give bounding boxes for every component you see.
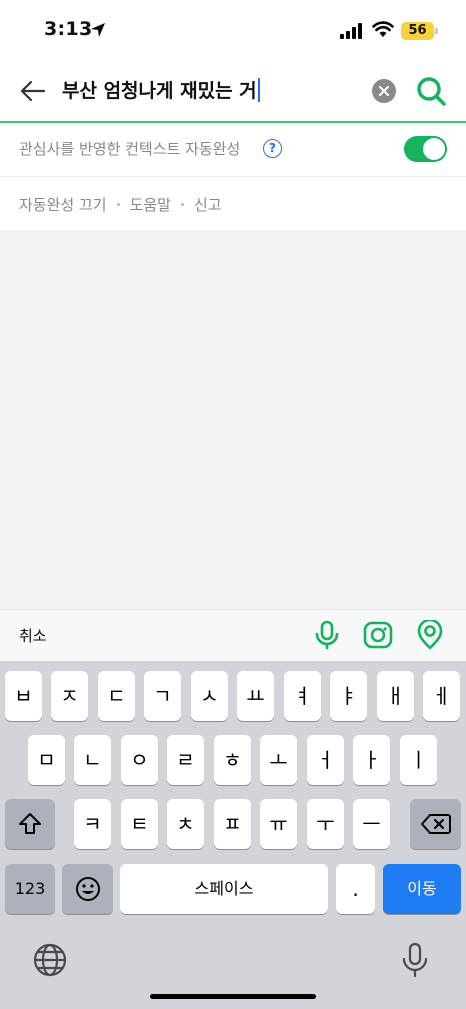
key-u[interactable]: ㅜ [307,799,344,849]
separator-dot [116,202,120,206]
toggle-knob [423,138,445,160]
context-autocomplete-toggle[interactable] [404,136,447,162]
key-r[interactable]: ㄹ [167,735,204,785]
search-icon[interactable] [414,74,448,108]
key-k[interactable]: ㅋ [74,799,111,849]
help-icon[interactable]: ? [263,139,282,158]
key-yu[interactable]: ㅠ [260,799,297,849]
backspace-icon [420,814,451,834]
battery-indicator: 56 [401,22,434,40]
key-eo[interactable]: ㅓ [307,735,344,785]
suggestion-area [0,230,466,609]
key-m[interactable]: ㅁ [28,735,65,785]
emoji-icon [75,877,100,901]
key-ya[interactable]: ㅑ [330,671,367,721]
shift-icon [19,813,41,834]
context-autocomplete-row: 관심사를 반영한 컨텍스트 자동완성 ? [0,123,466,177]
key-b[interactable]: ㅂ [5,671,42,721]
key-a[interactable]: ㅏ [353,735,390,785]
clear-button[interactable] [372,79,396,103]
key-d[interactable]: ㄷ [98,671,135,721]
search-bar: 부산 엄청나게 재밌는 거 [0,62,466,122]
status-time: 3:13 [44,18,93,40]
cellular-signal-icon [340,23,362,39]
dictation-microphone-icon[interactable] [397,942,433,978]
key-g[interactable]: ㄱ [144,671,181,721]
camera-lens-icon[interactable] [363,620,393,650]
key-e[interactable]: ㅔ [423,671,460,721]
key-ch[interactable]: ㅊ [167,799,204,849]
link-report[interactable]: 신고 [194,194,222,215]
microphone-icon[interactable] [312,620,342,650]
search-input[interactable]: 부산 엄청나게 재밌는 거 [62,76,260,106]
korean-keyboard: ㅂ ㅈ ㄷ ㄱ ㅅ ㅛ ㅕ ㅑ ㅐ ㅔ ㅁ ㄴ ㅇ ㄹ ㅎ ㅗ ㅓ ㅏ ㅣ ㅋ … [0,661,466,1009]
key-ae[interactable]: ㅐ [377,671,414,721]
numbers-key[interactable]: 123 [5,864,55,914]
shift-key[interactable] [5,799,55,849]
key-h[interactable]: ㅎ [214,735,251,785]
key-i[interactable]: ㅣ [400,735,437,785]
key-p[interactable]: ㅍ [214,799,251,849]
key-eu[interactable]: ㅡ [353,799,390,849]
key-o[interactable]: ㅗ [260,735,297,785]
space-key[interactable]: 스페이스 [120,864,328,914]
link-autocomplete-off[interactable]: 자동완성 끄기 [19,194,107,215]
period-key[interactable]: . [336,864,375,914]
location-pin-icon[interactable] [415,620,445,650]
cancel-button[interactable]: 취소 [19,625,47,646]
globe-icon[interactable] [32,942,68,978]
battery-cap [435,28,438,34]
backspace-key[interactable] [410,799,461,849]
close-icon [379,86,389,96]
context-autocomplete-label: 관심사를 반영한 컨텍스트 자동완성 [19,140,241,158]
key-t[interactable]: ㅌ [121,799,158,849]
wifi-icon [372,21,394,37]
autocomplete-links: 자동완성 끄기 도움말 신고 [0,178,466,230]
key-yo[interactable]: ㅛ [237,671,274,721]
link-help[interactable]: 도움말 [130,194,171,215]
key-j[interactable]: ㅈ [51,671,88,721]
separator-dot [180,202,184,206]
key-yeo[interactable]: ㅕ [284,671,321,721]
emoji-key[interactable] [62,864,113,914]
keyboard-accessory-bar: 취소 [0,609,466,661]
home-indicator [150,994,316,999]
key-ng[interactable]: ㅇ [121,735,158,785]
location-arrow-icon [91,23,105,37]
key-n[interactable]: ㄴ [74,735,111,785]
back-arrow-icon[interactable] [18,76,48,106]
key-s[interactable]: ㅅ [191,671,228,721]
go-key[interactable]: 이동 [383,864,461,914]
search-query-text: 부산 엄청나게 재밌는 거 [62,80,257,102]
status-bar: 3:13 56 [0,0,466,62]
text-cursor [257,78,260,102]
